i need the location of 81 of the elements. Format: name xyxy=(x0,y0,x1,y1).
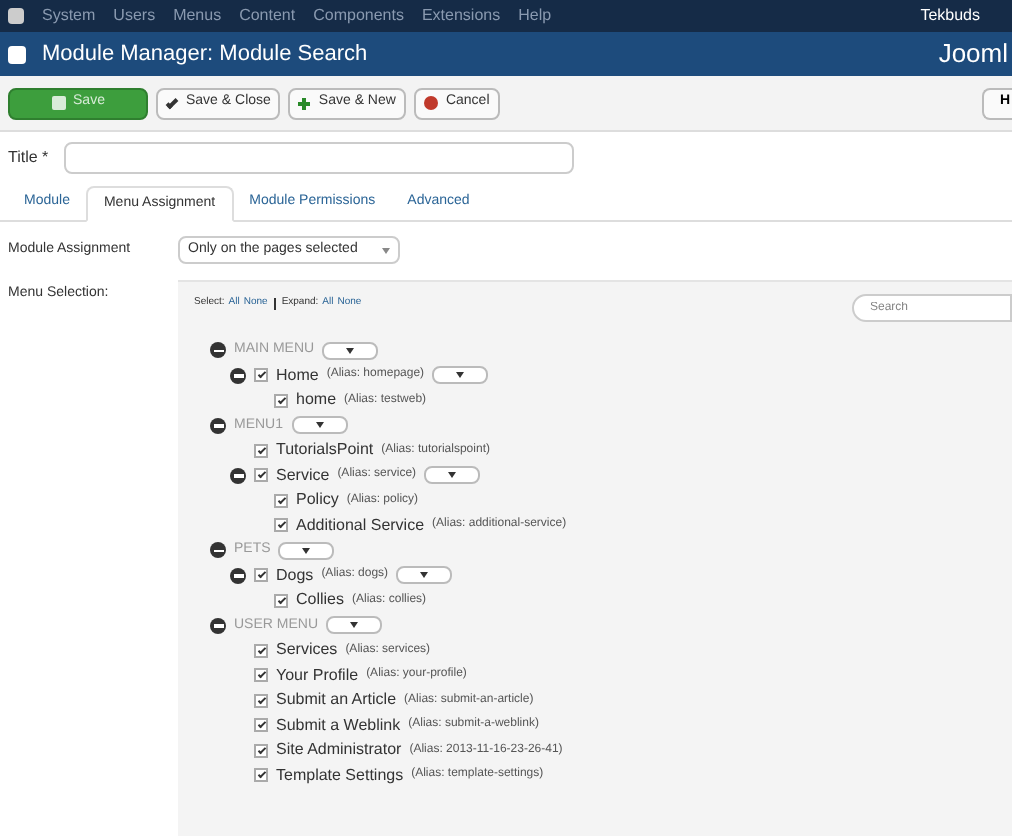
check-icon xyxy=(276,520,286,529)
top-menu-item[interactable]: Content xyxy=(239,4,296,28)
dropdown-button[interactable] xyxy=(278,541,335,560)
check-icon xyxy=(276,595,286,604)
field-label: Title * xyxy=(8,146,49,170)
top-menu-item[interactable]: Users xyxy=(113,4,156,28)
check-icon xyxy=(256,745,266,754)
caret-icon xyxy=(302,547,311,554)
top-menu-item[interactable]: System xyxy=(42,4,96,28)
menu-item-label: Services xyxy=(276,638,338,663)
checkbox[interactable] xyxy=(254,468,268,483)
logo-icon xyxy=(8,8,24,24)
collapse-icon[interactable] xyxy=(230,467,246,484)
cancel-icon xyxy=(423,96,438,110)
checkbox[interactable] xyxy=(254,668,268,683)
collapse-icon[interactable] xyxy=(230,367,246,384)
menu-item-label: Submit a Weblink xyxy=(276,713,401,738)
collapse-icon[interactable] xyxy=(210,342,226,359)
check-icon xyxy=(256,570,266,579)
check-icon xyxy=(276,395,286,404)
collapse-icon[interactable] xyxy=(210,542,226,559)
checkbox[interactable] xyxy=(254,368,268,383)
plus-icon xyxy=(298,97,311,109)
check-icon xyxy=(165,96,179,110)
menu-item-label: Your Profile xyxy=(276,663,359,688)
top-menu-item[interactable]: Help xyxy=(518,4,552,28)
checkbox[interactable] xyxy=(254,768,268,783)
top-menu-item[interactable]: Menus xyxy=(173,4,222,28)
menu-item-label: Site Administrator xyxy=(276,738,402,763)
menu-item-label: Additional Service xyxy=(296,513,425,538)
menu-item-label: home xyxy=(296,388,337,413)
collapse-icon[interactable] xyxy=(210,617,226,634)
save-icon xyxy=(51,96,66,110)
checkbox[interactable] xyxy=(254,443,268,458)
dropdown-button[interactable] xyxy=(326,616,383,635)
brand-logo: Jooml xyxy=(938,36,1008,73)
check-icon xyxy=(256,445,266,454)
checkbox[interactable] xyxy=(274,393,288,408)
menu-item-label: Policy xyxy=(296,488,339,513)
caret-icon xyxy=(448,472,457,479)
caret-icon xyxy=(420,572,429,579)
caret-icon xyxy=(350,622,359,629)
check-icon xyxy=(256,370,266,379)
checkbox[interactable] xyxy=(254,568,268,583)
collapse-icon[interactable] xyxy=(210,417,226,434)
menu-item-label: Dogs xyxy=(276,563,314,588)
menu-item-label: TutorialsPoint xyxy=(276,438,374,463)
check-icon xyxy=(256,770,266,779)
check-icon xyxy=(256,720,266,729)
menu-item-label: Collies xyxy=(296,588,345,613)
check-icon xyxy=(256,470,266,479)
check-icon xyxy=(276,495,286,504)
menu-item-label: Home xyxy=(276,363,319,388)
top-menu-item[interactable]: Extensions xyxy=(421,4,501,28)
checkbox[interactable] xyxy=(254,718,268,733)
check-icon xyxy=(256,645,266,654)
page-title: Module Manager: Module Search xyxy=(42,39,368,70)
caret-icon xyxy=(315,422,324,429)
checkbox[interactable] xyxy=(274,493,288,508)
dropdown-button[interactable] xyxy=(291,416,348,435)
collapse-icon[interactable] xyxy=(230,567,246,584)
dropdown-button[interactable] xyxy=(424,466,481,485)
checkbox[interactable] xyxy=(254,743,268,758)
checkbox[interactable] xyxy=(254,693,268,708)
menu-item-label: Template Settings xyxy=(276,763,404,788)
check-icon xyxy=(256,670,266,679)
dropdown-button[interactable] xyxy=(432,366,489,385)
menu-item-label: Service xyxy=(276,463,330,488)
user-menu[interactable]: Tekbuds xyxy=(920,4,980,28)
dropdown-button[interactable] xyxy=(396,566,453,585)
top-menu-item[interactable]: Components xyxy=(313,4,404,28)
caret-icon xyxy=(346,347,355,354)
check-icon xyxy=(256,695,266,704)
title-input[interactable] xyxy=(64,142,575,174)
caret-icon xyxy=(382,247,390,253)
checkbox[interactable] xyxy=(274,518,288,533)
menu-item-label: Submit an Article xyxy=(276,688,397,713)
dropdown-button[interactable] xyxy=(322,341,379,360)
checkbox[interactable] xyxy=(274,593,288,608)
checkbox[interactable] xyxy=(254,643,268,658)
caret-icon xyxy=(456,372,465,379)
